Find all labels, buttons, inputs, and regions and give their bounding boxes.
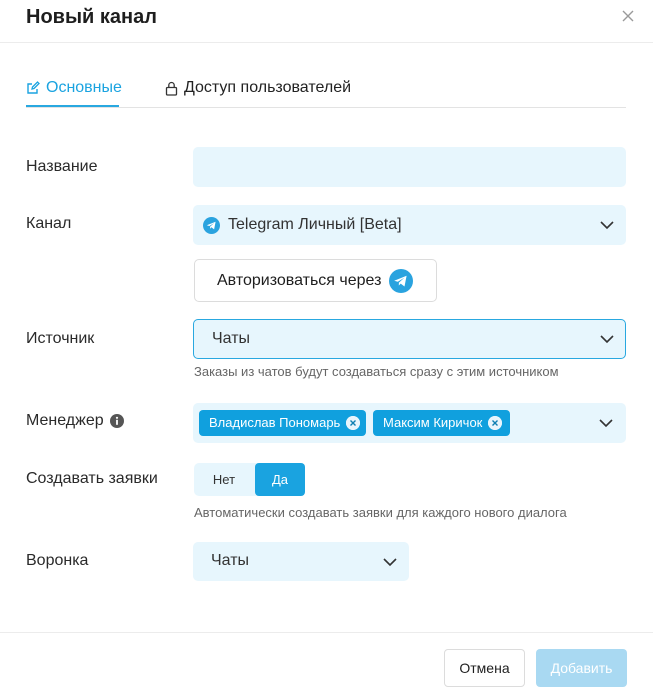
create-requests-label: Создавать заявки xyxy=(26,470,158,487)
manager-tag: Максим Киричок xyxy=(373,410,510,436)
funnel-select[interactable]: Чаты xyxy=(193,542,409,581)
active-tab-indicator xyxy=(26,105,119,107)
dialog-title: Новый канал xyxy=(26,6,157,28)
source-value: Чаты xyxy=(212,330,251,347)
lock-icon xyxy=(165,81,178,96)
cancel-button[interactable]: Отмена xyxy=(444,649,525,687)
source-hint: Заказы из чатов будут создаваться сразу … xyxy=(194,364,559,379)
remove-tag-icon[interactable] xyxy=(488,416,502,430)
funnel-value: Чаты xyxy=(211,552,250,569)
manager-tag-label: Владислав Пономарь xyxy=(209,415,341,430)
name-input[interactable] xyxy=(193,147,626,187)
telegram-icon xyxy=(389,269,413,293)
manager-tag-label: Максим Киричок xyxy=(383,415,483,430)
chevron-down-icon xyxy=(600,335,614,344)
tab-bar: Основные Доступ пользователей xyxy=(26,77,626,108)
dialog-header: Новый канал xyxy=(0,0,653,43)
create-requests-toggle: Нет Да xyxy=(194,463,305,496)
close-icon[interactable] xyxy=(620,8,636,24)
tab-user-access-label: Доступ пользователей xyxy=(184,79,352,96)
source-select[interactable]: Чаты xyxy=(193,319,626,359)
info-icon[interactable] xyxy=(109,414,124,428)
telegram-icon xyxy=(203,217,220,234)
tab-main-label: Основные xyxy=(46,79,122,96)
manager-tag: Владислав Пономарь xyxy=(199,410,366,436)
authorize-button-label: Авторизоваться через xyxy=(217,272,382,289)
manager-label: Менеджер xyxy=(26,412,104,429)
edit-icon xyxy=(27,81,40,94)
manager-label-row: Менеджер xyxy=(26,412,124,430)
toggle-option-yes[interactable]: Да xyxy=(255,463,305,496)
channel-label: Канал xyxy=(26,215,72,232)
tab-main[interactable]: Основные xyxy=(26,79,122,97)
create-requests-hint: Автоматически создавать заявки для каждо… xyxy=(194,505,567,520)
chevron-down-icon xyxy=(600,221,614,230)
funnel-label: Воронка xyxy=(26,552,89,569)
add-button[interactable]: Добавить xyxy=(536,649,627,687)
source-label: Источник xyxy=(26,330,95,347)
chevron-down-icon xyxy=(383,558,397,567)
channel-select[interactable]: Telegram Личный [Beta] xyxy=(193,205,626,245)
remove-tag-icon[interactable] xyxy=(346,416,360,430)
tab-user-access[interactable]: Доступ пользователей xyxy=(165,79,351,97)
name-label: Название xyxy=(26,158,98,175)
chevron-down-icon xyxy=(599,419,613,428)
toggle-option-no[interactable]: Нет xyxy=(194,463,254,496)
authorize-button[interactable]: Авторизоваться через xyxy=(194,259,437,302)
channel-value: Telegram Личный [Beta] xyxy=(228,216,402,233)
